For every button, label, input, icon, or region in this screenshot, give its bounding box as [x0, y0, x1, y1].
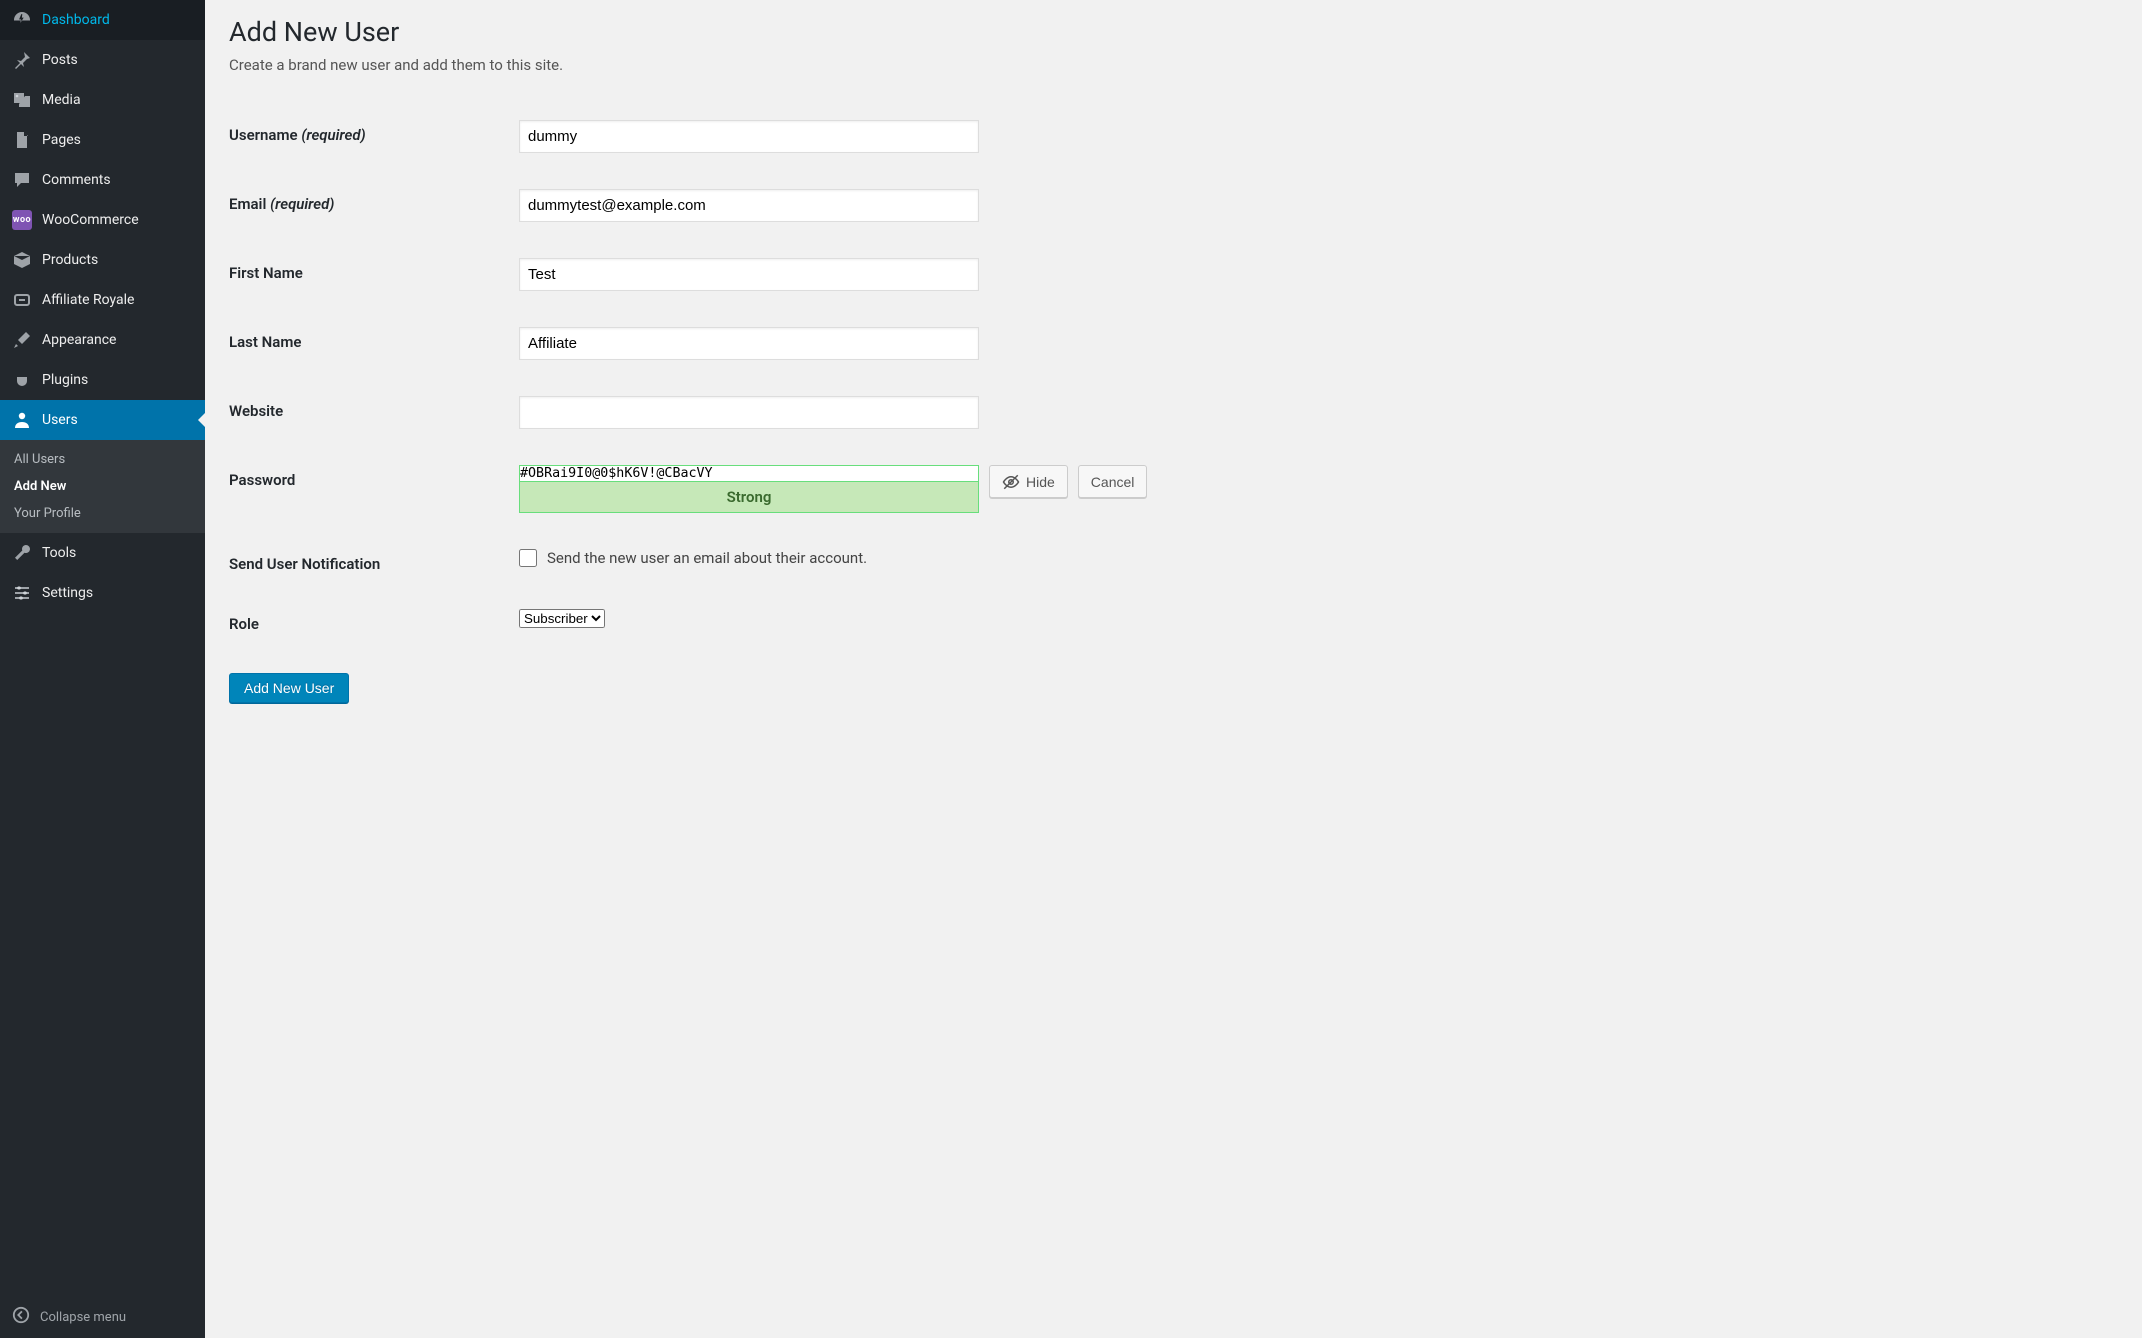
sidebar-item-posts[interactable]: Posts — [0, 40, 205, 80]
password-label: Password — [229, 465, 519, 489]
username-label: Username (required) — [229, 120, 519, 144]
sidebar-item-label: Plugins — [42, 372, 88, 388]
media-icon — [12, 90, 32, 110]
role-select[interactable]: Subscriber — [519, 609, 605, 628]
sidebar-item-label: Appearance — [42, 332, 116, 348]
firstname-label: First Name — [229, 258, 519, 282]
sidebar-item-label: Settings — [42, 585, 93, 601]
sidebar-item-label: Comments — [42, 172, 111, 188]
brush-icon — [12, 330, 32, 350]
sidebar-item-media[interactable]: Media — [0, 80, 205, 120]
username-input[interactable] — [519, 120, 979, 153]
users-submenu: All Users Add New Your Profile — [0, 440, 205, 533]
woocommerce-icon: woo — [12, 210, 32, 230]
sidebar-item-tools[interactable]: Tools — [0, 533, 205, 573]
box-icon — [12, 250, 32, 270]
plug-icon — [12, 370, 32, 390]
sidebar-item-label: WooCommerce — [42, 212, 139, 228]
hide-password-button[interactable]: Hide — [989, 465, 1068, 498]
sidebar-item-label: Affiliate Royale — [42, 292, 134, 308]
sidebar-item-products[interactable]: Products — [0, 240, 205, 280]
sidebar-item-users[interactable]: Users — [0, 400, 205, 440]
lastname-input[interactable] — [519, 327, 979, 360]
sidebar-item-appearance[interactable]: Appearance — [0, 320, 205, 360]
sidebar-item-woocommerce[interactable]: woo WooCommerce — [0, 200, 205, 240]
password-strength: Strong — [519, 481, 979, 513]
role-label: Role — [229, 609, 519, 633]
submenu-add-new[interactable]: Add New — [0, 473, 205, 500]
page-intro: Create a brand new user and add them to … — [229, 56, 2118, 74]
sidebar-item-label: Users — [42, 412, 78, 428]
sidebar-item-label: Media — [42, 92, 81, 108]
user-icon — [12, 410, 32, 430]
sidebar-item-dashboard[interactable]: Dashboard — [0, 0, 205, 40]
admin-sidebar: Dashboard Posts Media Pages Comments woo… — [0, 0, 205, 1338]
dashboard-icon — [12, 10, 32, 30]
affiliate-icon — [12, 290, 32, 310]
email-label: Email (required) — [229, 189, 519, 213]
submenu-all-users[interactable]: All Users — [0, 446, 205, 473]
pin-icon — [12, 50, 32, 70]
wrench-icon — [12, 543, 32, 563]
sidebar-item-label: Pages — [42, 132, 81, 148]
password-input[interactable] — [519, 465, 979, 481]
cancel-password-button[interactable]: Cancel — [1078, 465, 1148, 498]
sidebar-item-label: Products — [42, 252, 98, 268]
page-title: Add New User — [229, 16, 2118, 48]
add-new-user-button[interactable]: Add New User — [229, 673, 349, 703]
sidebar-item-affiliate-royale[interactable]: Affiliate Royale — [0, 280, 205, 320]
notify-desc: Send the new user an email about their a… — [547, 549, 867, 567]
notify-label: Send User Notification — [229, 549, 519, 573]
collapse-icon — [12, 1306, 30, 1328]
sidebar-item-pages[interactable]: Pages — [0, 120, 205, 160]
sidebar-item-settings[interactable]: Settings — [0, 573, 205, 613]
main-content: Add New User Create a brand new user and… — [205, 0, 2142, 1338]
sliders-icon — [12, 583, 32, 603]
email-input[interactable] — [519, 189, 979, 222]
sidebar-item-label: Tools — [42, 545, 76, 561]
lastname-label: Last Name — [229, 327, 519, 351]
sidebar-item-plugins[interactable]: Plugins — [0, 360, 205, 400]
website-input[interactable] — [519, 396, 979, 429]
sidebar-item-label: Posts — [42, 52, 78, 68]
comments-icon — [12, 170, 32, 190]
firstname-input[interactable] — [519, 258, 979, 291]
collapse-menu[interactable]: Collapse menu — [0, 1296, 205, 1338]
website-label: Website — [229, 396, 519, 420]
notify-checkbox[interactable] — [519, 549, 537, 567]
eye-off-icon — [1002, 473, 1020, 491]
pages-icon — [12, 130, 32, 150]
submenu-your-profile[interactable]: Your Profile — [0, 500, 205, 527]
collapse-label: Collapse menu — [40, 1310, 126, 1325]
sidebar-item-comments[interactable]: Comments — [0, 160, 205, 200]
sidebar-item-label: Dashboard — [42, 12, 110, 28]
